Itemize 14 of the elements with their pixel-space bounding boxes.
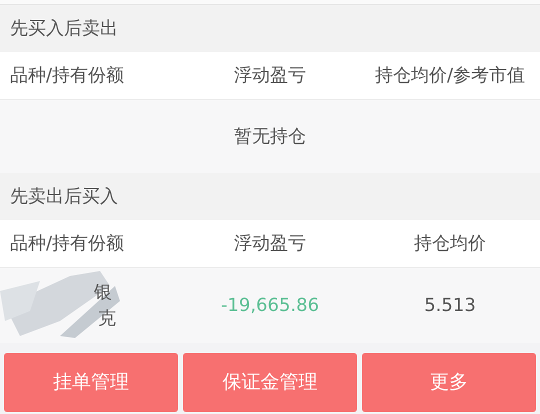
product-name: 银 — [94, 280, 113, 304]
holding-unit: 克 — [97, 306, 117, 330]
action-button[interactable]: 挂单管理 — [4, 353, 178, 412]
column-header: 浮动盈亏 — [233, 232, 307, 256]
empty-message: 暂无持仓 — [0, 100, 540, 173]
action-button[interactable]: 更多 — [362, 353, 536, 412]
column-header: 持仓均价/参考市值 — [374, 64, 526, 88]
price-value: 5.513 — [423, 294, 477, 318]
column-header: 品种/持有份额 — [9, 232, 126, 256]
action-button[interactable]: 保证金管理 — [183, 353, 357, 412]
profit-value: -19,665.86 — [220, 294, 320, 318]
column-header: 浮动盈亏 — [233, 64, 307, 88]
column-header: 品种/持有份额 — [9, 64, 126, 88]
column-header: 持仓均价 — [413, 232, 487, 256]
